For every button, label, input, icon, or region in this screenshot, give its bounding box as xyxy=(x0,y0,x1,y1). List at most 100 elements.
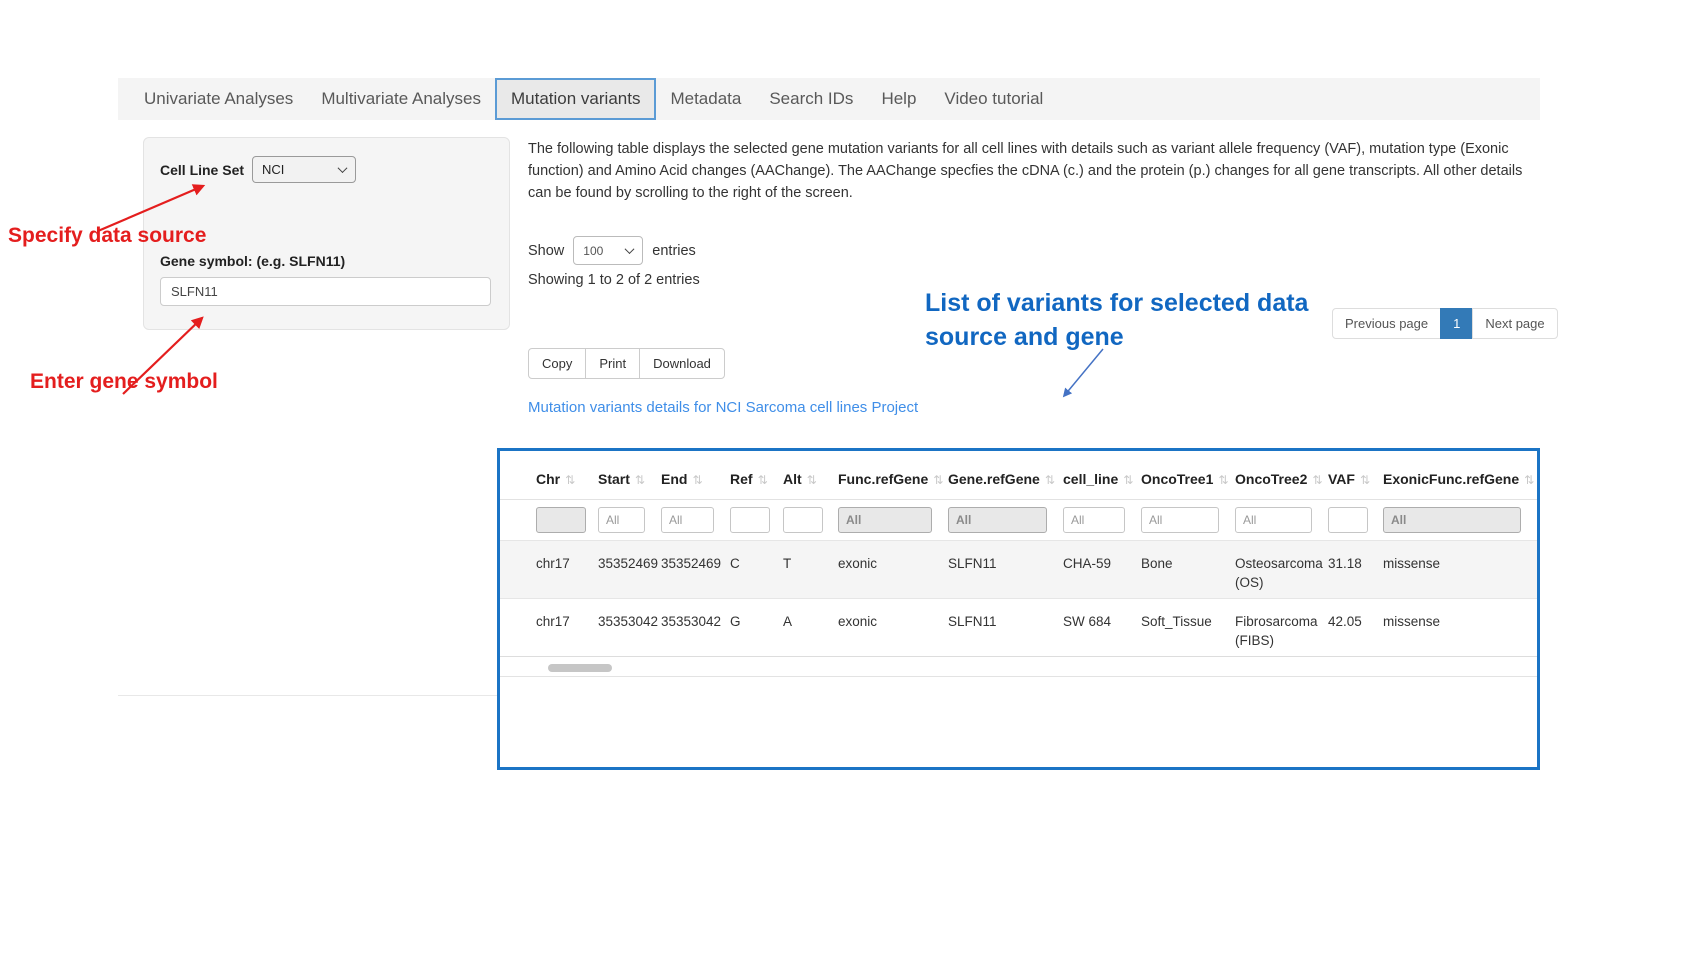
sort-icon[interactable]: ⇅ xyxy=(1524,473,1534,487)
download-button[interactable]: Download xyxy=(639,348,725,379)
tab-metadata[interactable]: Metadata xyxy=(656,78,755,120)
filter-select-chr[interactable] xyxy=(536,507,586,533)
annotation-list-of-variants: List of variants for selected data sourc… xyxy=(925,286,1308,354)
sort-icon[interactable]: ⇅ xyxy=(1045,473,1055,487)
filter-cell-chr xyxy=(500,500,598,541)
tab-multivariate-analyses[interactable]: Multivariate Analyses xyxy=(307,78,495,120)
sort-icon[interactable]: ⇅ xyxy=(1123,473,1133,487)
scrollbar-thumb[interactable] xyxy=(548,664,612,672)
cell-oncotree1: Soft_Tissue xyxy=(1141,599,1235,657)
column-label: OncoTree2 xyxy=(1235,471,1307,487)
filter-input-ref[interactable] xyxy=(730,507,770,533)
column-header-func-refgene[interactable]: Func.refGene⇅ xyxy=(838,451,948,500)
filter-input-start[interactable] xyxy=(598,507,645,533)
cell-vaf: 31.18 xyxy=(1328,541,1383,599)
filter-select-gene-refgene[interactable]: All xyxy=(948,507,1047,533)
column-header-gene-refgene[interactable]: Gene.refGene ⇅ xyxy=(948,451,1063,500)
filter-cell-cell-line xyxy=(1063,500,1141,541)
filter-cell-vaf xyxy=(1328,500,1383,541)
filter-input-cell-line[interactable] xyxy=(1063,507,1125,533)
tab-univariate-analyses[interactable]: Univariate Analyses xyxy=(130,78,307,120)
horizontal-scrollbar[interactable] xyxy=(500,657,1537,677)
filter-cell-end xyxy=(661,500,730,541)
cell-cell-line: SW 684 xyxy=(1063,599,1141,657)
table-description-text: The following table displays the selecte… xyxy=(528,138,1533,204)
cell-gene-refgene: SLFN11 xyxy=(948,541,1063,599)
cell-func-refgene: exonic xyxy=(838,599,948,657)
filter-cell-gene-refgene: All xyxy=(948,500,1063,541)
showing-entries-status: Showing 1 to 2 of 2 entries xyxy=(528,272,700,288)
cell-start: 35353042 xyxy=(598,599,661,657)
entries-label: entries xyxy=(652,243,696,259)
column-header-oncotree1[interactable]: OncoTree1⇅ xyxy=(1141,451,1235,500)
cell-start: 35352469 xyxy=(598,541,661,599)
sort-icon[interactable]: ⇅ xyxy=(1218,473,1228,487)
cell-cell-line: CHA-59 xyxy=(1063,541,1141,599)
cell-alt: A xyxy=(783,599,838,657)
filter-input-vaf[interactable] xyxy=(1328,507,1368,533)
column-header-cell-line[interactable]: cell_line⇅ xyxy=(1063,451,1141,500)
column-label: Alt xyxy=(783,471,802,487)
sort-icon[interactable]: ⇅ xyxy=(565,473,575,487)
blue-arrow-to-table xyxy=(1064,349,1103,396)
filter-select-exonicfunc-refgene[interactable]: All xyxy=(1383,507,1521,533)
gene-symbol-input[interactable] xyxy=(160,277,491,306)
sort-icon[interactable]: ⇅ xyxy=(758,473,768,487)
sort-icon[interactable]: ⇅ xyxy=(933,473,943,487)
page: Univariate AnalysesMultivariate Analyses… xyxy=(0,0,1700,956)
page-length-value: 100 xyxy=(583,244,603,258)
table-row[interactable]: chr173535304235353042GAexonicSLFN11SW 68… xyxy=(500,599,1537,657)
cell-alt: T xyxy=(783,541,838,599)
tab-search-ids[interactable]: Search IDs xyxy=(755,78,867,120)
cell-end: 35352469 xyxy=(661,541,730,599)
header-row: Chr⇅Start⇅End⇅Ref⇅Alt⇅Func.refGene⇅Gene.… xyxy=(500,451,1537,500)
page-length-select[interactable]: 100 xyxy=(573,236,643,265)
column-label: Gene.refGene xyxy=(948,471,1040,487)
copy-button[interactable]: Copy xyxy=(528,348,586,379)
filter-cell-oncotree1 xyxy=(1141,500,1235,541)
cell-line-set-select[interactable]: NCI xyxy=(252,156,356,183)
cell-end: 35353042 xyxy=(661,599,730,657)
filter-input-alt[interactable] xyxy=(783,507,823,533)
filter-select-func-refgene[interactable]: All xyxy=(838,507,932,533)
annotation-enter-gene-symbol: Enter gene symbol xyxy=(30,370,218,394)
nav-tabs: Univariate AnalysesMultivariate Analyses… xyxy=(118,78,1540,120)
column-header-oncotree2[interactable]: OncoTree2 ⇅ xyxy=(1235,451,1328,500)
cell-exonicfunc-refgene: missense xyxy=(1383,541,1537,599)
sort-icon[interactable]: ⇅ xyxy=(692,473,702,487)
previous-page-button[interactable]: Previous page xyxy=(1332,308,1441,339)
sort-icon[interactable]: ⇅ xyxy=(1312,473,1322,487)
column-header-end[interactable]: End⇅ xyxy=(661,451,730,500)
print-button[interactable]: Print xyxy=(585,348,640,379)
column-header-vaf[interactable]: VAF⇅ xyxy=(1328,451,1383,500)
page-1-button[interactable]: 1 xyxy=(1440,308,1473,339)
variants-table: Chr⇅Start⇅End⇅Ref⇅Alt⇅Func.refGene⇅Gene.… xyxy=(500,451,1537,657)
page-length-control: Show 100 entries xyxy=(528,236,696,265)
column-label: ExonicFunc.refGene xyxy=(1383,471,1519,487)
column-header-ref[interactable]: Ref⇅ xyxy=(730,451,783,500)
sort-icon[interactable]: ⇅ xyxy=(635,473,645,487)
column-header-exonicfunc-refgene[interactable]: ExonicFunc.refGene ⇅ xyxy=(1383,451,1537,500)
tab-video-tutorial[interactable]: Video tutorial xyxy=(930,78,1057,120)
sort-icon[interactable]: ⇅ xyxy=(807,473,817,487)
filter-cell-ref xyxy=(730,500,783,541)
annotation-list-line2: source and gene xyxy=(925,320,1308,354)
cell-line-set-label: Cell Line Set xyxy=(160,162,244,178)
filter-input-oncotree2[interactable] xyxy=(1235,507,1312,533)
filter-cell-start xyxy=(598,500,661,541)
table-row[interactable]: chr173535246935352469CTexonicSLFN11CHA-5… xyxy=(500,541,1537,599)
column-header-start[interactable]: Start⇅ xyxy=(598,451,661,500)
sort-icon[interactable]: ⇅ xyxy=(1360,473,1370,487)
next-page-button[interactable]: Next page xyxy=(1472,308,1557,339)
column-header-alt[interactable]: Alt ⇅ xyxy=(783,451,838,500)
filter-input-oncotree1[interactable] xyxy=(1141,507,1219,533)
tab-help[interactable]: Help xyxy=(867,78,930,120)
gene-symbol-label: Gene symbol: (e.g. SLFN11) xyxy=(160,253,493,269)
table-title-link[interactable]: Mutation variants details for NCI Sarcom… xyxy=(528,399,918,416)
column-header-chr[interactable]: Chr ⇅ xyxy=(500,451,598,500)
cell-func-refgene: exonic xyxy=(838,541,948,599)
column-label: Chr xyxy=(536,471,560,487)
filter-cell-exonicfunc-refgene: All xyxy=(1383,500,1537,541)
filter-input-end[interactable] xyxy=(661,507,714,533)
tab-mutation-variants[interactable]: Mutation variants xyxy=(495,78,656,120)
